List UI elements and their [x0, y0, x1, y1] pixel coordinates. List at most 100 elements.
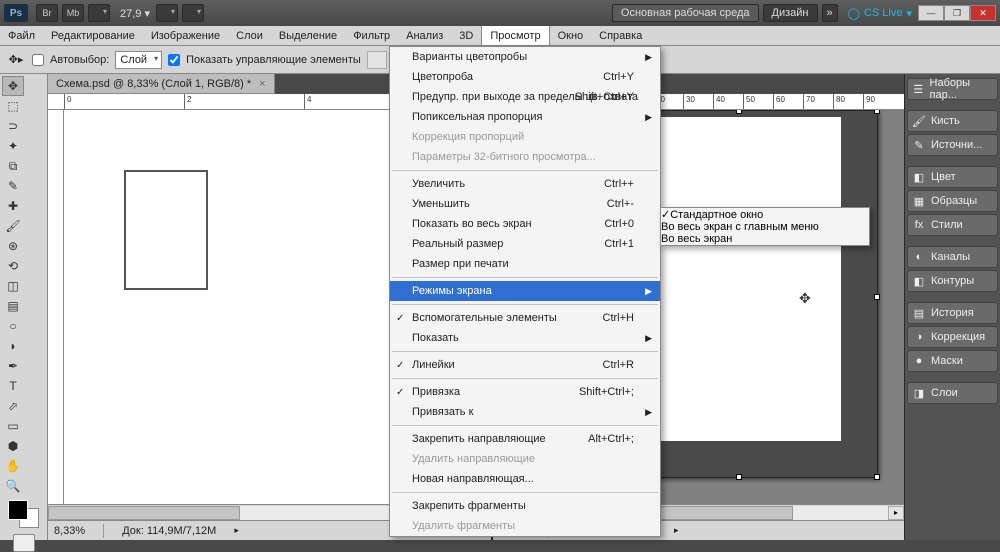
tool-move[interactable]: ✥	[2, 76, 24, 96]
submenu-item[interactable]: ✓Стандартное окно	[661, 208, 869, 221]
doc1-tab[interactable]: Схема.psd @ 8,33% (Слой 1, RGB/8) * ×	[48, 74, 275, 94]
panel-button[interactable]: ▦Образцы	[907, 190, 998, 212]
panel-button[interactable]: ▤История	[907, 302, 998, 324]
menu-item[interactable]: Реальный размерCtrl+1	[390, 234, 660, 254]
workspace-essentials-button[interactable]: Основная рабочая среда	[612, 4, 759, 22]
tool-lasso[interactable]: ⊃	[2, 116, 24, 136]
menu-layer[interactable]: Слои	[228, 26, 271, 45]
doc1-ruler-v[interactable]	[48, 110, 64, 504]
menu-item: Удалить направляющие	[390, 449, 660, 469]
workspace-more-button[interactable]: »	[822, 4, 838, 22]
menu-item[interactable]: Закрепить направляющиеAlt+Ctrl+;	[390, 429, 660, 449]
menu-item[interactable]: Размер при печати	[390, 254, 660, 274]
submenu-item[interactable]: Во весь экран	[661, 233, 869, 245]
menu-item[interactable]: Привязать к▶	[390, 402, 660, 422]
color-swatch[interactable]	[8, 500, 39, 528]
panel-button[interactable]: ☰Наборы пар...	[907, 78, 998, 100]
scroll-right-icon[interactable]: ▸	[888, 506, 904, 520]
panel-button[interactable]: ●Маски	[907, 350, 998, 372]
window-restore-button[interactable]: ❐	[944, 5, 970, 21]
autoselect-checkbox[interactable]	[32, 54, 44, 66]
menu-item[interactable]: УменьшитьCtrl+-	[390, 194, 660, 214]
menu-select[interactable]: Выделение	[271, 26, 345, 45]
tool-eyedropper[interactable]: ✎	[2, 176, 24, 196]
menu-help[interactable]: Справка	[591, 26, 650, 45]
menu-file[interactable]: Файл	[0, 26, 43, 45]
quickmask-button[interactable]	[13, 534, 35, 552]
panel-button[interactable]: 🖌Кисть	[907, 110, 998, 132]
zoom-readout[interactable]: 27,9 ▾	[120, 7, 150, 20]
tool-crop[interactable]: ⧉	[2, 156, 24, 176]
tool-healing[interactable]: ✚	[2, 196, 24, 216]
submenu-item[interactable]: Во весь экран с главным меню	[661, 221, 869, 233]
menu-item[interactable]: Показать▶	[390, 328, 660, 348]
menu-item[interactable]: Варианты цветопробы▶	[390, 47, 660, 67]
tool-zoom[interactable]: 🔍	[2, 476, 24, 496]
tool-path[interactable]: ⬀	[2, 396, 24, 416]
menu-item[interactable]: Новая направляющая...	[390, 469, 660, 489]
menu-view[interactable]: Просмотр	[481, 26, 549, 45]
menu-item[interactable]: Показать во весь экранCtrl+0	[390, 214, 660, 234]
tool-wand[interactable]: ✦	[2, 136, 24, 156]
panel-label: Кисть	[931, 115, 960, 127]
window-close-button[interactable]: ✕	[970, 5, 996, 21]
menu-3d[interactable]: 3D	[451, 26, 481, 45]
tool-blur[interactable]: ○	[2, 316, 24, 336]
menu-image[interactable]: Изображение	[143, 26, 228, 45]
view-dropdown[interactable]	[156, 4, 178, 22]
menu-filter[interactable]: Фильтр	[345, 26, 398, 45]
menu-item[interactable]: ✓ЛинейкиCtrl+R	[390, 355, 660, 375]
tool-shape[interactable]: ▭	[2, 416, 24, 436]
panel-button[interactable]: ◧Контуры	[907, 270, 998, 292]
panel-button[interactable]: fxСтили	[907, 214, 998, 236]
panel-label: Каналы	[931, 251, 970, 263]
tool-type[interactable]: T	[2, 376, 24, 396]
close-icon[interactable]: ×	[259, 78, 265, 90]
tool-dodge[interactable]: ◗	[2, 336, 24, 356]
menu-item[interactable]: УвеличитьCtrl++	[390, 174, 660, 194]
panel-button[interactable]: ◑Коррекция	[907, 326, 998, 348]
menu-item[interactable]: ЦветопробаCtrl+Y	[390, 67, 660, 87]
menu-item[interactable]: ✓Вспомогательные элементыCtrl+H	[390, 308, 660, 328]
menu-item[interactable]: Режимы экрана▶	[390, 281, 660, 301]
panel-icon: ✎	[912, 138, 926, 152]
cslive-button[interactable]: ◯CS Live ▾	[848, 7, 912, 20]
tool-gradient[interactable]: ▤	[2, 296, 24, 316]
showcontrols-checkbox[interactable]	[168, 54, 180, 66]
tool-pen[interactable]: ✒	[2, 356, 24, 376]
menu-item[interactable]: ✓ПривязкаShift+Ctrl+;	[390, 382, 660, 402]
tool-3d[interactable]: ⬢	[2, 436, 24, 456]
screen-modes-submenu: ✓Стандартное окноВо весь экран с главным…	[660, 207, 870, 246]
panel-button[interactable]: ◐Каналы	[907, 246, 998, 268]
panel-button[interactable]: ◧Цвет	[907, 166, 998, 188]
workspace-design-button[interactable]: Дизайн	[763, 4, 818, 22]
align-icon-1[interactable]	[367, 51, 387, 69]
menu-item[interactable]: Закрепить фрагменты	[390, 496, 660, 516]
layout-dropdown[interactable]	[88, 4, 110, 22]
menu-analysis[interactable]: Анализ	[398, 26, 451, 45]
panel-button[interactable]: ✎Источни...	[907, 134, 998, 156]
menu-edit[interactable]: Редактирование	[43, 26, 143, 45]
minibridge-button[interactable]: Mb	[62, 4, 84, 22]
doc1-tab-label: Схема.psd @ 8,33% (Слой 1, RGB/8) *	[56, 78, 251, 90]
right-panels: ☰Наборы пар... 🖌Кисть✎Источни... ◧Цвет▦Обр…	[904, 74, 1000, 540]
tool-brush[interactable]: 🖌	[2, 216, 24, 236]
tool-marquee[interactable]: ⬚	[2, 96, 24, 116]
menu-window[interactable]: Окно	[550, 26, 592, 45]
app-titlebar: Ps Br Mb 27,9 ▾ Основная рабочая среда Д…	[0, 0, 1000, 26]
panel-icon: ◨	[912, 386, 926, 400]
menu-item[interactable]: Попиксельная пропорция▶	[390, 107, 660, 127]
doc1-zoom[interactable]: 8,33%	[54, 525, 85, 537]
bridge-button[interactable]: Br	[36, 4, 58, 22]
move-tool-icon: ✥▸	[6, 50, 26, 70]
panel-button[interactable]: ◨Слои	[907, 382, 998, 404]
doc1-docinfo[interactable]: Док: 114,9M/7,12M	[122, 525, 216, 537]
arrange-dropdown[interactable]	[182, 4, 204, 22]
tool-history[interactable]: ⟲	[2, 256, 24, 276]
autoselect-combo[interactable]: Слой	[115, 51, 162, 69]
tool-stamp[interactable]: ⊛	[2, 236, 24, 256]
menu-item[interactable]: Предупр. при выходе за пределы цв. охват…	[390, 87, 660, 107]
tool-eraser[interactable]: ◫	[2, 276, 24, 296]
tool-hand[interactable]: ✋	[2, 456, 24, 476]
window-minimize-button[interactable]: —	[918, 5, 944, 21]
